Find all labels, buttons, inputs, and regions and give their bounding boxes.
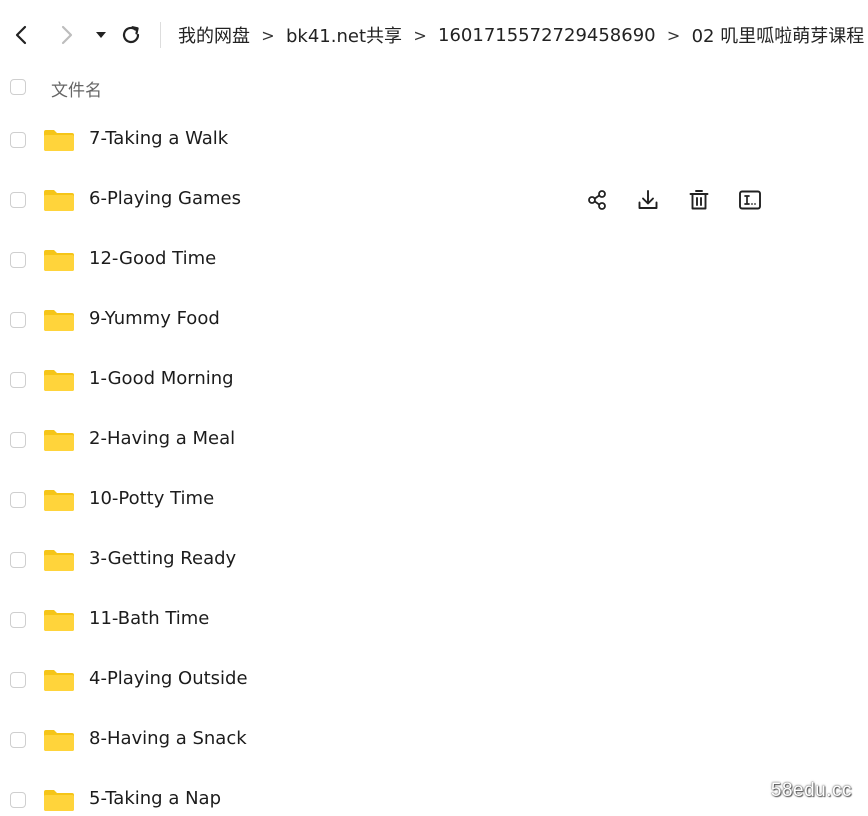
list-item[interactable]: 3-Getting Ready xyxy=(0,530,868,590)
list-item[interactable]: 11-Bath Time xyxy=(0,590,868,650)
download-icon xyxy=(638,190,658,209)
file-name[interactable]: 12-Good Time xyxy=(89,248,216,269)
breadcrumb-separator: > xyxy=(261,25,275,45)
watermark: 58edu.cc xyxy=(770,780,852,801)
row-checkbox[interactable] xyxy=(10,492,26,508)
breadcrumb-separator: > xyxy=(864,26,868,45)
breadcrumb-item-id-folder[interactable]: 1601715572729458690 xyxy=(438,25,656,46)
list-item[interactable]: 8-Having a Snack xyxy=(0,710,868,770)
refresh-icon xyxy=(122,26,140,44)
forward-button[interactable] xyxy=(54,22,80,48)
list-item[interactable]: 7-Taking a Walk xyxy=(0,110,868,170)
file-name[interactable]: 7-Taking a Walk xyxy=(89,128,228,149)
file-name[interactable]: 3-Getting Ready xyxy=(89,548,236,569)
file-name[interactable]: 1-Good Morning xyxy=(89,368,234,389)
row-checkbox[interactable] xyxy=(10,252,26,268)
list-item[interactable]: 2-Having a Meal xyxy=(0,410,868,470)
row-checkbox[interactable] xyxy=(10,552,26,568)
row-checkbox[interactable] xyxy=(10,372,26,388)
list-item[interactable]: 1-Good Morning xyxy=(0,350,868,410)
file-name[interactable]: 6-Playing Games xyxy=(89,188,241,209)
file-name[interactable]: 9-Yummy Food xyxy=(89,308,220,329)
rename-button[interactable] xyxy=(737,187,763,213)
folder-icon xyxy=(44,250,74,271)
share-icon xyxy=(588,190,606,210)
list-item[interactable]: 5-Taking a Nap xyxy=(0,770,868,816)
file-browser: 我的网盘 > bk41.net共享 > 1601715572729458690 … xyxy=(0,0,868,816)
breadcrumb-separator: > xyxy=(413,25,427,45)
chevron-left-icon xyxy=(15,25,27,45)
download-button[interactable] xyxy=(635,187,661,213)
breadcrumb-item-share[interactable]: bk41.net共享 xyxy=(286,22,402,48)
folder-icon xyxy=(44,370,74,391)
caret-down-icon xyxy=(96,32,106,38)
file-name[interactable]: 10-Potty Time xyxy=(89,488,214,509)
toolbar-divider xyxy=(160,22,161,48)
list-item[interactable]: 12-Good Time xyxy=(0,230,868,290)
folder-icon xyxy=(44,790,74,811)
folder-icon xyxy=(44,310,74,331)
folder-icon xyxy=(44,490,74,511)
refresh-button[interactable] xyxy=(118,22,144,48)
row-checkbox[interactable] xyxy=(10,672,26,688)
name-column-header[interactable]: 文件名 xyxy=(51,76,102,101)
row-checkbox[interactable] xyxy=(10,432,26,448)
row-checkbox[interactable] xyxy=(10,792,26,808)
folder-icon xyxy=(44,130,74,151)
row-checkbox[interactable] xyxy=(10,612,26,628)
folder-icon xyxy=(44,670,74,691)
folder-icon xyxy=(44,190,74,211)
row-checkbox[interactable] xyxy=(10,312,26,328)
list-item[interactable]: 10-Potty Time xyxy=(0,470,868,530)
list-item[interactable]: 9-Yummy Food xyxy=(0,290,868,350)
back-button[interactable] xyxy=(8,22,34,48)
file-name[interactable]: 11-Bath Time xyxy=(89,608,209,629)
list-item[interactable]: 4-Playing Outside xyxy=(0,650,868,710)
folder-icon xyxy=(44,430,74,451)
list-item[interactable]: 6-Playing Games xyxy=(0,170,868,230)
file-list: 7-Taking a Walk 6-Playing Games 12-Good … xyxy=(0,110,868,816)
list-header: 文件名 xyxy=(0,70,868,106)
chevron-right-icon xyxy=(61,25,73,45)
folder-icon xyxy=(44,730,74,751)
breadcrumb-separator: > xyxy=(666,25,681,45)
breadcrumb: 我的网盘 > bk41.net共享 > 1601715572729458690 … xyxy=(178,22,868,48)
history-dropdown-button[interactable] xyxy=(88,22,114,48)
share-button[interactable] xyxy=(584,187,610,213)
row-actions xyxy=(584,187,788,213)
select-all-checkbox[interactable] xyxy=(10,79,26,95)
rename-icon xyxy=(739,190,761,210)
delete-button[interactable] xyxy=(686,187,712,213)
row-checkbox[interactable] xyxy=(10,732,26,748)
file-name[interactable]: 5-Taking a Nap xyxy=(89,788,221,809)
row-checkbox[interactable] xyxy=(10,132,26,148)
file-name[interactable]: 4-Playing Outside xyxy=(89,668,248,689)
folder-icon xyxy=(44,610,74,631)
file-name[interactable]: 8-Having a Snack xyxy=(89,728,247,749)
row-checkbox[interactable] xyxy=(10,192,26,208)
delete-icon xyxy=(689,190,709,210)
folder-icon xyxy=(44,550,74,571)
breadcrumb-item-root[interactable]: 我的网盘 xyxy=(178,22,250,48)
file-name[interactable]: 2-Having a Meal xyxy=(89,428,235,449)
toolbar: 我的网盘 > bk41.net共享 > 1601715572729458690 … xyxy=(0,0,868,70)
breadcrumb-item-course[interactable]: 02 叽里呱啦萌芽课程 xyxy=(692,22,865,48)
